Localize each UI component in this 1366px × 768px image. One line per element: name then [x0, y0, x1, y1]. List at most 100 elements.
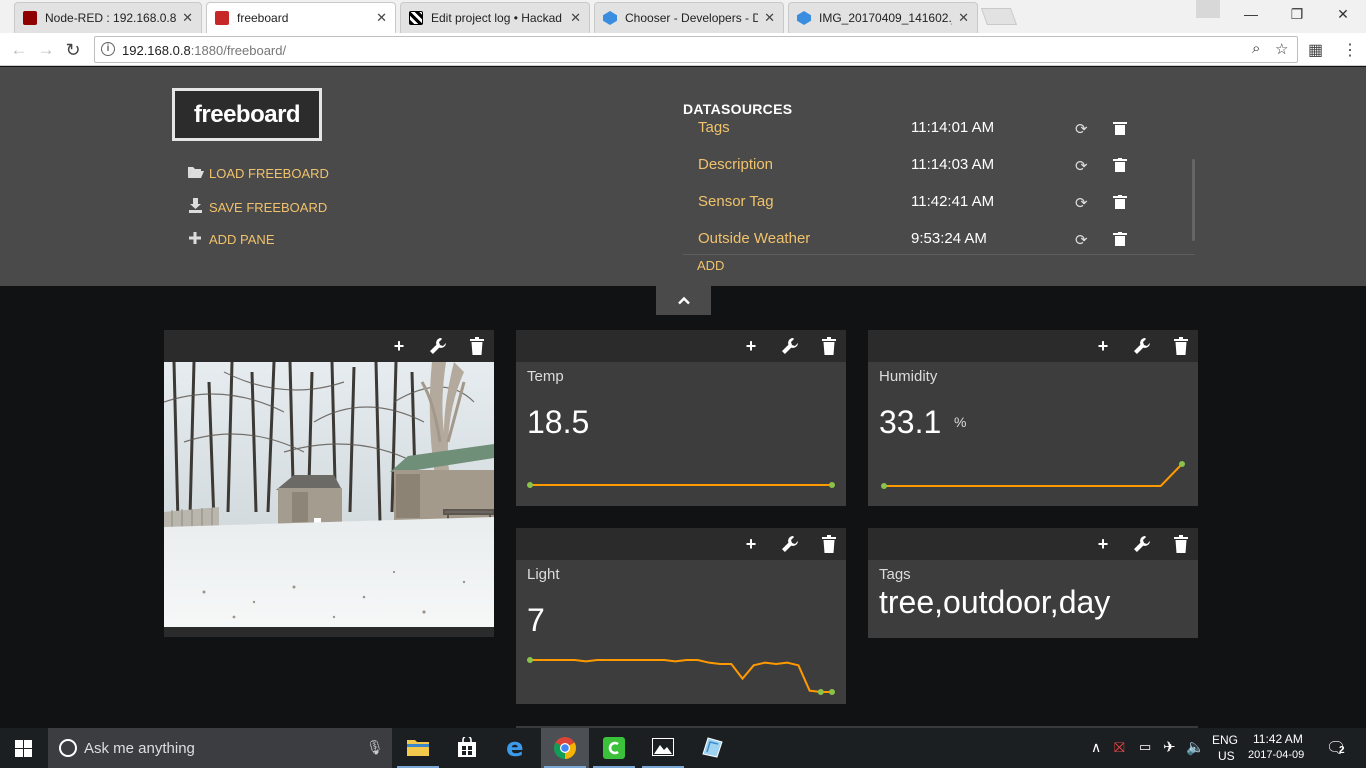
- wrench-icon[interactable]: [781, 535, 799, 553]
- refresh-icon[interactable]: ⟳: [1075, 231, 1088, 249]
- microphone-icon[interactable]: 🎙: [366, 739, 384, 756]
- close-window-icon[interactable]: ✕: [1320, 0, 1366, 28]
- wrench-icon[interactable]: [781, 337, 799, 355]
- trash-icon[interactable]: [1113, 158, 1127, 172]
- datasource-name[interactable]: Description: [698, 156, 773, 173]
- freeboard-header: freeboard LOAD FREEBOARD SAVE FREEBOARD …: [0, 67, 1366, 286]
- plus-icon[interactable]: +: [742, 337, 760, 355]
- widget-value: 7: [527, 602, 545, 638]
- tab-dropbox-image[interactable]: IMG_20170409_141602.jp ✕: [788, 2, 978, 33]
- tab-dropbox-chooser[interactable]: Chooser - Developers - D ✕: [594, 2, 784, 33]
- widget-value: tree,outdoor,day: [879, 584, 1111, 620]
- freeboard-icon: [215, 11, 229, 25]
- wrench-icon[interactable]: [429, 337, 447, 355]
- paint-app[interactable]: [688, 728, 736, 768]
- extension-icon[interactable]: ▦: [1308, 40, 1323, 60]
- dropbox-icon: [797, 11, 811, 25]
- close-icon[interactable]: ✕: [376, 10, 387, 26]
- add-datasource-button[interactable]: ADD: [697, 258, 724, 273]
- widget-title: Humidity: [879, 368, 938, 385]
- trash-icon[interactable]: [468, 337, 486, 355]
- tab-node-red[interactable]: Node-RED : 192.168.0.8 ✕: [14, 2, 202, 33]
- trash-icon[interactable]: [1172, 535, 1190, 553]
- wrench-icon[interactable]: [1133, 337, 1151, 355]
- divider: [683, 254, 1195, 255]
- tab-label: Edit project log • Hackad: [431, 11, 562, 25]
- plus-icon[interactable]: +: [742, 535, 760, 553]
- airplane-icon[interactable]: ✈: [1163, 738, 1176, 756]
- camtasia-app[interactable]: [590, 728, 638, 768]
- tab-freeboard[interactable]: freeboard ✕: [206, 2, 396, 33]
- text-widget-tags: Tags tree,outdoor,day: [868, 560, 1198, 638]
- pane-humidity: + Humidity 33.1 %: [868, 330, 1198, 506]
- datasource-time: 9:53:24 AM: [911, 230, 987, 247]
- restore-icon[interactable]: ❐: [1274, 0, 1320, 28]
- plus-icon[interactable]: +: [390, 337, 408, 355]
- bookmark-star-icon[interactable]: ☆: [1275, 40, 1288, 58]
- language-code[interactable]: ENG: [1212, 733, 1238, 747]
- refresh-icon[interactable]: ⟳: [1075, 122, 1088, 138]
- wrench-icon[interactable]: [1133, 535, 1151, 553]
- datasource-name[interactable]: Tags: [698, 122, 730, 136]
- trash-icon[interactable]: [820, 337, 838, 355]
- paint-icon: [702, 737, 723, 758]
- tab-hackaday[interactable]: Edit project log • Hackad ✕: [400, 2, 590, 33]
- address-bar: ← → ↻ i 192.168.0.8:1880/freeboard/ ⌕ ☆ …: [0, 33, 1366, 66]
- refresh-icon[interactable]: ⟳: [1075, 157, 1088, 175]
- back-icon[interactable]: ←: [7, 38, 31, 62]
- dropbox-icon: [603, 11, 617, 25]
- trash-icon[interactable]: [1113, 232, 1127, 246]
- edge-app[interactable]: e: [492, 728, 540, 768]
- chrome-app[interactable]: [541, 728, 589, 768]
- menu-icon[interactable]: ⋮: [1342, 40, 1358, 60]
- windows-logo-icon: [15, 740, 32, 757]
- widget-title: Light: [527, 566, 560, 583]
- volume-icon[interactable]: 🔈: [1186, 738, 1205, 756]
- start-button[interactable]: [0, 728, 48, 768]
- close-icon[interactable]: ✕: [958, 10, 969, 26]
- collapse-header-button[interactable]: [656, 286, 711, 315]
- search-input[interactable]: Ask me anything 🎙: [48, 728, 392, 768]
- trash-icon[interactable]: [1113, 195, 1127, 209]
- load-freeboard-button[interactable]: LOAD FREEBOARD: [186, 165, 329, 182]
- sparkline-point: [1179, 461, 1185, 467]
- profile-icon[interactable]: [1196, 0, 1220, 18]
- pane-tags: + Tags tree,outdoor,day: [868, 528, 1198, 638]
- save-freeboard-button[interactable]: SAVE FREEBOARD: [186, 198, 327, 216]
- forward-icon[interactable]: →: [34, 38, 58, 62]
- info-icon[interactable]: i: [101, 42, 115, 56]
- store-app[interactable]: [443, 728, 491, 768]
- plus-icon[interactable]: +: [1094, 337, 1112, 355]
- plus-icon: [186, 231, 204, 247]
- new-tab-button[interactable]: [980, 8, 1018, 25]
- datasource-scrollbar[interactable]: [1192, 159, 1195, 241]
- battery-icon[interactable]: ▭: [1139, 739, 1151, 755]
- trash-icon[interactable]: [1172, 337, 1190, 355]
- close-icon[interactable]: ✕: [764, 10, 775, 26]
- close-icon[interactable]: ✕: [570, 10, 581, 26]
- chevron-up-icon: [677, 292, 690, 308]
- datasource-name[interactable]: Sensor Tag: [698, 193, 774, 210]
- refresh-icon[interactable]: ⟳: [1075, 194, 1088, 212]
- zoom-icon[interactable]: ⌕: [1252, 40, 1260, 57]
- clock-date: 2017-04-09: [1248, 749, 1305, 761]
- trash-icon[interactable]: [820, 535, 838, 553]
- close-icon[interactable]: ✕: [182, 10, 193, 26]
- clock-time[interactable]: 11:42 AM: [1253, 732, 1303, 746]
- file-explorer-app[interactable]: [394, 728, 442, 768]
- pane-toolbar: +: [868, 528, 1198, 560]
- folder-icon: [407, 740, 429, 756]
- tab-label: Chooser - Developers - D: [625, 11, 759, 25]
- photos-app[interactable]: [639, 728, 687, 768]
- chevron-up-icon[interactable]: ∧: [1091, 739, 1101, 756]
- plus-icon[interactable]: +: [1094, 535, 1112, 553]
- minimize-icon[interactable]: —: [1228, 0, 1274, 28]
- reload-icon[interactable]: ↻: [61, 38, 85, 62]
- add-pane-button[interactable]: ADD PANE: [186, 231, 275, 247]
- network-alert-icon[interactable]: ⛝: [1114, 739, 1125, 756]
- tab-label: freeboard: [237, 11, 289, 25]
- trash-icon[interactable]: [1113, 122, 1127, 135]
- text-widget-temp: Temp 18.5: [516, 362, 846, 506]
- url-input[interactable]: i 192.168.0.8:1880/freeboard/ ⌕ ☆: [94, 36, 1298, 63]
- datasource-name[interactable]: Outside Weather: [698, 230, 810, 247]
